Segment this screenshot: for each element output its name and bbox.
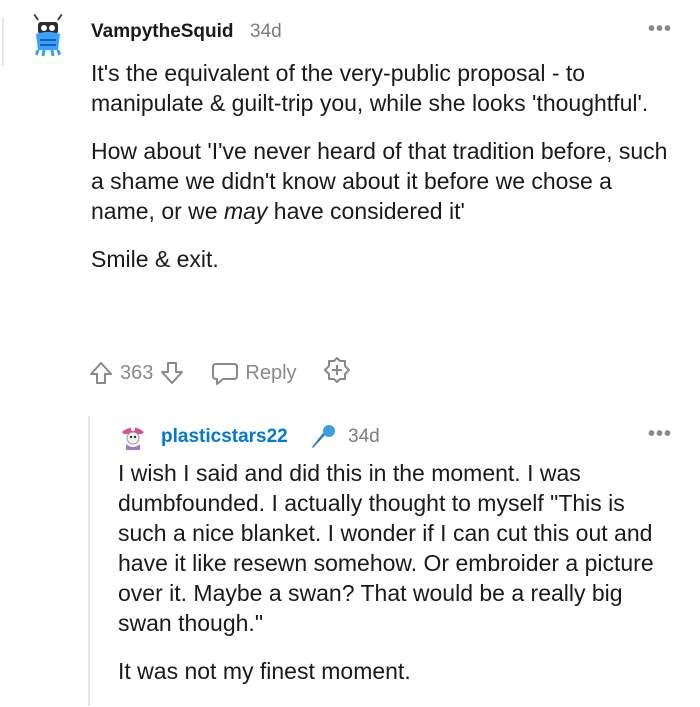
comment-paragraph: It's the equivalent of the very-public p…: [91, 60, 649, 116]
downvote-arrow-icon: [161, 362, 184, 384]
reply-button[interactable]: Reply: [211, 360, 297, 386]
award-plus-icon: [323, 357, 350, 383]
comment-paragraph: How about 'I've never heard of that trad…: [91, 136, 681, 226]
squid-avatar-icon: [24, 10, 72, 58]
comment-body: It's the equivalent of the very-public p…: [91, 58, 681, 274]
comment-actions: 363 Reply: [88, 356, 351, 390]
downvote-button[interactable]: [159, 360, 185, 386]
more-options-icon[interactable]: •••: [648, 423, 672, 446]
comment-paragraph: It was not my finest moment.: [118, 658, 411, 684]
speech-bubble-icon: [212, 363, 239, 385]
comment-paragraph: Smile & exit.: [91, 246, 219, 272]
user-flair: [308, 422, 338, 452]
reply-thread-line[interactable]: [88, 416, 90, 706]
reply-label: Reply: [245, 361, 297, 384]
comment-age: 34d: [348, 426, 380, 447]
text-run: have considered it': [267, 198, 465, 224]
comment-paragraph: I wish I said and did this in the moment…: [118, 460, 654, 636]
vote-count: 363: [120, 361, 154, 384]
upvote-button[interactable]: [88, 360, 114, 386]
upvote-arrow-icon: [90, 362, 112, 384]
username[interactable]: VampytheSquid: [91, 21, 234, 43]
more-options-icon[interactable]: •••: [648, 18, 672, 41]
avatar[interactable]: [24, 10, 72, 58]
parent-thread-line[interactable]: [2, 18, 4, 66]
emphasis-text: may: [223, 198, 268, 224]
comment-age: 34d: [250, 21, 282, 42]
pirate-avatar-icon: [118, 422, 148, 452]
microphone-icon: [312, 425, 335, 448]
award-button[interactable]: [323, 356, 351, 390]
comment-body: I wish I said and did this in the moment…: [118, 458, 678, 686]
avatar[interactable]: [118, 422, 148, 452]
username[interactable]: plasticstars22: [161, 426, 288, 448]
